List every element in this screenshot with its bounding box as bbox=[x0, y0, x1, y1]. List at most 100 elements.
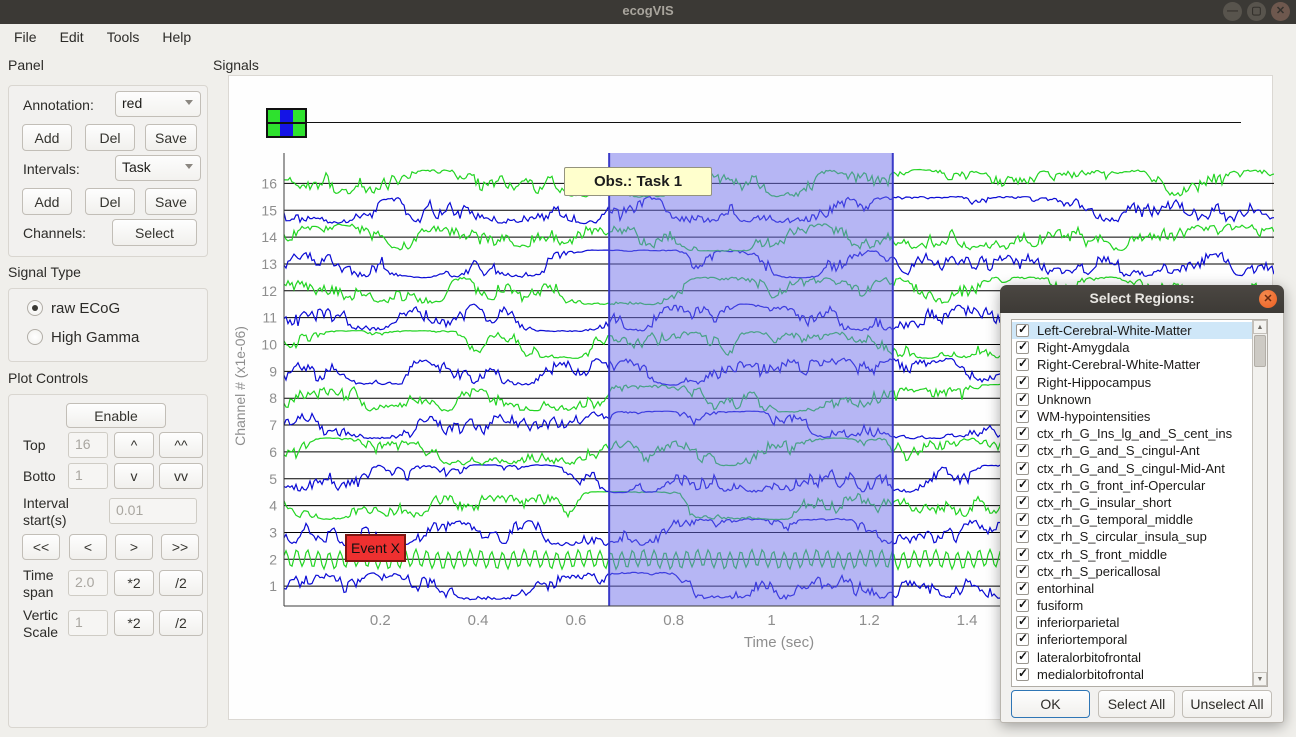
region-row[interactable]: fusiform bbox=[1012, 597, 1252, 614]
region-checkbox[interactable] bbox=[1016, 651, 1029, 664]
chevron-down-icon bbox=[185, 100, 193, 105]
region-checkbox[interactable] bbox=[1016, 341, 1029, 354]
bottom-input[interactable]: 1 bbox=[68, 463, 108, 489]
time-span-half-button[interactable]: /2 bbox=[159, 570, 203, 596]
intervals-del-button[interactable]: Del bbox=[85, 188, 135, 215]
region-row[interactable]: inferiorparietal bbox=[1012, 614, 1252, 631]
region-rows: Left-Cerebral-White-MatterRight-Amygdala… bbox=[1012, 322, 1252, 683]
region-row[interactable]: ctx_rh_G_and_S_cingul-Ant bbox=[1012, 442, 1252, 459]
time-span-double-button[interactable]: *2 bbox=[114, 570, 154, 596]
region-checkbox[interactable] bbox=[1016, 496, 1029, 509]
scroll-down-icon[interactable]: ▼ bbox=[1253, 672, 1267, 686]
top-up-button[interactable]: ^ bbox=[114, 432, 154, 458]
region-checkbox[interactable] bbox=[1016, 324, 1029, 337]
annotation-combobox[interactable]: red bbox=[115, 91, 201, 117]
region-row[interactable]: ctx_rh_S_circular_insula_sup bbox=[1012, 528, 1252, 545]
region-checkbox[interactable] bbox=[1016, 444, 1029, 457]
region-row[interactable]: Right-Hippocampus bbox=[1012, 374, 1252, 391]
y-tick-label: 4 bbox=[269, 498, 277, 514]
y-tick-label: 10 bbox=[261, 337, 277, 353]
y-tick-label: 13 bbox=[261, 256, 277, 272]
region-checkbox[interactable] bbox=[1016, 633, 1029, 646]
top-input[interactable]: 16 bbox=[68, 432, 108, 458]
region-checkbox[interactable] bbox=[1016, 393, 1029, 406]
maximize-icon[interactable]: ▢ bbox=[1247, 2, 1266, 21]
region-checkbox[interactable] bbox=[1016, 668, 1029, 681]
region-row[interactable]: inferiortemporal bbox=[1012, 631, 1252, 648]
region-checkbox[interactable] bbox=[1016, 479, 1029, 492]
region-row[interactable]: Unknown bbox=[1012, 391, 1252, 408]
menu-file[interactable]: File bbox=[11, 27, 40, 47]
annotation-del-button[interactable]: Del bbox=[85, 124, 135, 151]
region-row[interactable]: Right-Cerebral-White-Matter bbox=[1012, 356, 1252, 373]
time-span-input[interactable]: 2.0 bbox=[68, 570, 108, 596]
region-checkbox[interactable] bbox=[1016, 616, 1029, 629]
signals-section-label: Signals bbox=[213, 57, 259, 73]
menu-tools[interactable]: Tools bbox=[104, 27, 143, 47]
y-tick-label: 9 bbox=[269, 363, 277, 379]
region-checkbox[interactable] bbox=[1016, 565, 1029, 578]
bottom-downdown-button[interactable]: vv bbox=[159, 463, 203, 489]
dialog-close-icon[interactable]: ✕ bbox=[1259, 290, 1277, 308]
scroll-up-icon[interactable]: ▲ bbox=[1253, 320, 1267, 334]
jump-back-button[interactable]: << bbox=[22, 534, 60, 560]
region-row[interactable]: ctx_rh_S_front_middle bbox=[1012, 545, 1252, 562]
raw-ecog-radio[interactable] bbox=[27, 300, 43, 316]
region-checkbox[interactable] bbox=[1016, 582, 1029, 595]
dialog-titlebar[interactable]: Select Regions: ✕ bbox=[1000, 285, 1284, 313]
step-back-button[interactable]: < bbox=[69, 534, 107, 560]
interval-start-input[interactable]: 0.01 bbox=[109, 498, 197, 524]
region-row[interactable]: ctx_rh_G_and_S_cingul-Mid-Ant bbox=[1012, 460, 1252, 477]
vertical-scale-double-button[interactable]: *2 bbox=[114, 610, 154, 636]
y-tick-label: 6 bbox=[269, 444, 277, 460]
region-row[interactable]: Right-Amygdala bbox=[1012, 339, 1252, 356]
task-interval-region[interactable] bbox=[609, 153, 893, 606]
top-upup-button[interactable]: ^^ bbox=[159, 432, 203, 458]
minimize-icon[interactable]: — bbox=[1223, 2, 1242, 21]
region-checkbox[interactable] bbox=[1016, 599, 1029, 612]
event-x-annotation[interactable]: Event X bbox=[345, 534, 406, 562]
region-row[interactable]: ctx_rh_G_front_inf-Opercular bbox=[1012, 477, 1252, 494]
intervals-combobox[interactable]: Task bbox=[115, 155, 201, 181]
region-checkbox[interactable] bbox=[1016, 427, 1029, 440]
intervals-add-button[interactable]: Add bbox=[22, 188, 72, 215]
jump-forward-button[interactable]: >> bbox=[161, 534, 199, 560]
scrollbar-thumb[interactable] bbox=[1254, 335, 1266, 367]
region-list[interactable]: Left-Cerebral-White-MatterRight-Amygdala… bbox=[1011, 319, 1268, 687]
region-row[interactable]: ctx_rh_G_insular_short bbox=[1012, 494, 1252, 511]
region-checkbox[interactable] bbox=[1016, 530, 1029, 543]
region-checkbox[interactable] bbox=[1016, 548, 1029, 561]
vertical-scale-half-button[interactable]: /2 bbox=[159, 610, 203, 636]
region-row[interactable]: ctx_rh_G_temporal_middle bbox=[1012, 511, 1252, 528]
high-gamma-radio[interactable] bbox=[27, 329, 43, 345]
region-row[interactable]: WM-hypointensities bbox=[1012, 408, 1252, 425]
channels-select-button[interactable]: Select bbox=[112, 219, 197, 246]
region-list-scrollbar[interactable]: ▲ ▼ bbox=[1252, 320, 1267, 686]
region-checkbox[interactable] bbox=[1016, 462, 1029, 475]
ok-button[interactable]: OK bbox=[1011, 690, 1090, 718]
region-label: WM-hypointensities bbox=[1037, 409, 1150, 424]
enable-button[interactable]: Enable bbox=[66, 403, 166, 428]
y-tick-label: 15 bbox=[261, 202, 277, 218]
annotation-save-button[interactable]: Save bbox=[145, 124, 197, 151]
region-checkbox[interactable] bbox=[1016, 376, 1029, 389]
bottom-down-button[interactable]: v bbox=[114, 463, 154, 489]
close-icon[interactable]: ✕ bbox=[1271, 2, 1290, 21]
region-row[interactable]: entorhinal bbox=[1012, 580, 1252, 597]
region-checkbox[interactable] bbox=[1016, 410, 1029, 423]
region-checkbox[interactable] bbox=[1016, 513, 1029, 526]
region-checkbox[interactable] bbox=[1016, 358, 1029, 371]
select-all-button[interactable]: Select All bbox=[1098, 690, 1175, 718]
annotation-add-button[interactable]: Add bbox=[22, 124, 72, 151]
region-row[interactable]: medialorbitofrontal bbox=[1012, 666, 1252, 683]
region-row[interactable]: lateralorbitofrontal bbox=[1012, 649, 1252, 666]
menu-help[interactable]: Help bbox=[159, 27, 194, 47]
region-row[interactable]: ctx_rh_G_Ins_lg_and_S_cent_ins bbox=[1012, 425, 1252, 442]
vertical-scale-input[interactable]: 1 bbox=[68, 610, 108, 636]
region-row[interactable]: Left-Cerebral-White-Matter bbox=[1012, 322, 1252, 339]
region-row[interactable]: ctx_rh_S_pericallosal bbox=[1012, 563, 1252, 580]
menu-edit[interactable]: Edit bbox=[57, 27, 87, 47]
unselect-all-button[interactable]: Unselect All bbox=[1182, 690, 1272, 718]
step-forward-button[interactable]: > bbox=[115, 534, 153, 560]
intervals-save-button[interactable]: Save bbox=[145, 188, 197, 215]
